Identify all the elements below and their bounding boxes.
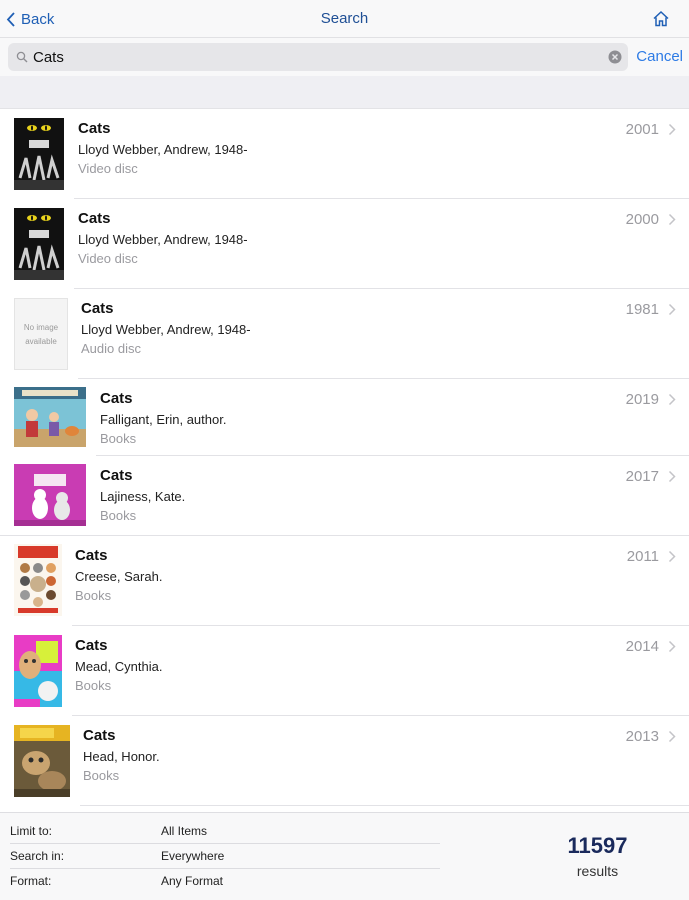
cover-image xyxy=(14,387,86,447)
section-header xyxy=(0,76,689,109)
result-row[interactable]: Cats Lloyd Webber, Andrew, 1948- Video d… xyxy=(0,110,689,199)
cancel-button[interactable]: Cancel xyxy=(636,48,683,65)
home-icon xyxy=(653,10,669,27)
result-title: Cats xyxy=(78,210,111,227)
result-format: Video disc xyxy=(78,251,138,266)
cover-image xyxy=(14,725,70,797)
chevron-right-icon xyxy=(668,123,676,136)
row-divider xyxy=(80,805,689,806)
filter-label: Limit to: xyxy=(10,824,53,838)
clear-icon[interactable] xyxy=(608,50,622,64)
cover-image xyxy=(14,544,62,616)
cover-image xyxy=(14,118,64,190)
chevron-right-icon xyxy=(668,470,676,483)
result-row[interactable]: Cats Creese, Sarah. Books 2011 xyxy=(0,536,689,626)
result-title: Cats xyxy=(75,547,108,564)
chevron-right-icon xyxy=(668,550,676,563)
result-author: Falligant, Erin, author. xyxy=(100,412,227,427)
cover-image xyxy=(14,464,86,526)
result-format: Books xyxy=(83,768,120,783)
filter-panel: Limit to: All Items Search in: Everywher… xyxy=(0,812,689,900)
filter-value[interactable]: All Items xyxy=(161,824,207,838)
result-author: Lajiness, Kate. xyxy=(100,489,186,504)
result-year: 2000 xyxy=(625,211,659,228)
result-format: Audio disc xyxy=(81,341,141,356)
result-row[interactable]: Cats Lloyd Webber, Andrew, 1948- Video d… xyxy=(0,199,689,289)
result-year: 2001 xyxy=(625,121,659,138)
result-author: Lloyd Webber, Andrew, 1948- xyxy=(81,322,251,337)
cover-image xyxy=(14,635,62,707)
result-row[interactable]: Cats Mead, Cynthia. Books 2014 xyxy=(0,626,689,716)
result-title: Cats xyxy=(100,467,133,484)
chevron-right-icon xyxy=(668,640,676,653)
filter-label: Format: xyxy=(10,874,52,888)
filter-label: Search in: xyxy=(10,849,65,863)
chevron-right-icon xyxy=(668,393,676,406)
navigation-bar: Back Search xyxy=(0,0,689,38)
search-bar: Cancel xyxy=(0,38,689,76)
result-title: Cats xyxy=(81,300,114,317)
result-row[interactable]: No image available Cats Lloyd Webber, An… xyxy=(0,289,689,379)
page-title: Search xyxy=(320,10,369,27)
result-title: Cats xyxy=(83,727,116,744)
filter-value[interactable]: Any Format xyxy=(161,874,223,888)
result-title: Cats xyxy=(78,120,111,137)
no-image-text: No image available xyxy=(23,323,59,346)
results-label: results xyxy=(576,863,619,879)
result-year: 2013 xyxy=(625,728,659,745)
home-button[interactable] xyxy=(651,9,671,29)
result-author: Mead, Cynthia. xyxy=(75,659,163,674)
search-field[interactable] xyxy=(8,43,628,71)
result-year: 2017 xyxy=(625,468,659,485)
result-title: Cats xyxy=(100,390,133,407)
result-format: Books xyxy=(100,508,137,523)
result-year: 2011 xyxy=(626,548,659,565)
result-author: Creese, Sarah. xyxy=(75,569,163,584)
result-format: Books xyxy=(75,588,112,603)
cover-image xyxy=(14,208,64,280)
result-year: 1981 xyxy=(625,301,659,318)
chevron-right-icon xyxy=(668,213,676,226)
result-title: Cats xyxy=(75,637,108,654)
filter-search-in[interactable]: Search in: Everywhere xyxy=(0,844,440,869)
result-format: Video disc xyxy=(78,161,138,176)
result-row[interactable]: Cats Falligant, Erin, author. Books 2019 xyxy=(0,379,689,456)
result-row[interactable]: Cats Lajiness, Kate. Books 2017 xyxy=(0,456,689,536)
result-author: Lloyd Webber, Andrew, 1948- xyxy=(78,142,248,157)
result-row[interactable]: Cats Head, Honor. Books 2013 xyxy=(0,716,689,806)
chevron-right-icon xyxy=(668,730,676,743)
result-year: 2014 xyxy=(625,638,659,655)
filter-limit-to[interactable]: Limit to: All Items xyxy=(0,819,440,844)
result-format: Books xyxy=(75,678,112,693)
result-format: Books xyxy=(100,431,137,446)
search-icon xyxy=(16,51,28,63)
result-author: Lloyd Webber, Andrew, 1948- xyxy=(78,232,248,247)
search-input[interactable] xyxy=(33,46,593,68)
result-year: 2019 xyxy=(625,391,659,408)
filter-value[interactable]: Everywhere xyxy=(161,849,224,863)
result-author: Head, Honor. xyxy=(83,749,160,764)
results-count: 11597 xyxy=(567,833,628,858)
chevron-right-icon xyxy=(668,303,676,316)
no-image-placeholder: No image available xyxy=(14,298,68,370)
filter-format[interactable]: Format: Any Format xyxy=(0,869,440,894)
